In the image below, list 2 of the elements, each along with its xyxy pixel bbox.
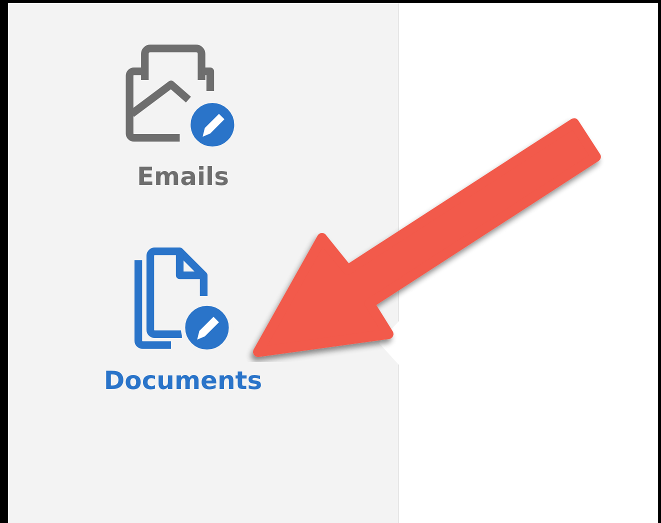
sidebar-item[interactable]: Emails [123, 43, 243, 191]
sidebar-item[interactable]: Documents [104, 247, 262, 395]
